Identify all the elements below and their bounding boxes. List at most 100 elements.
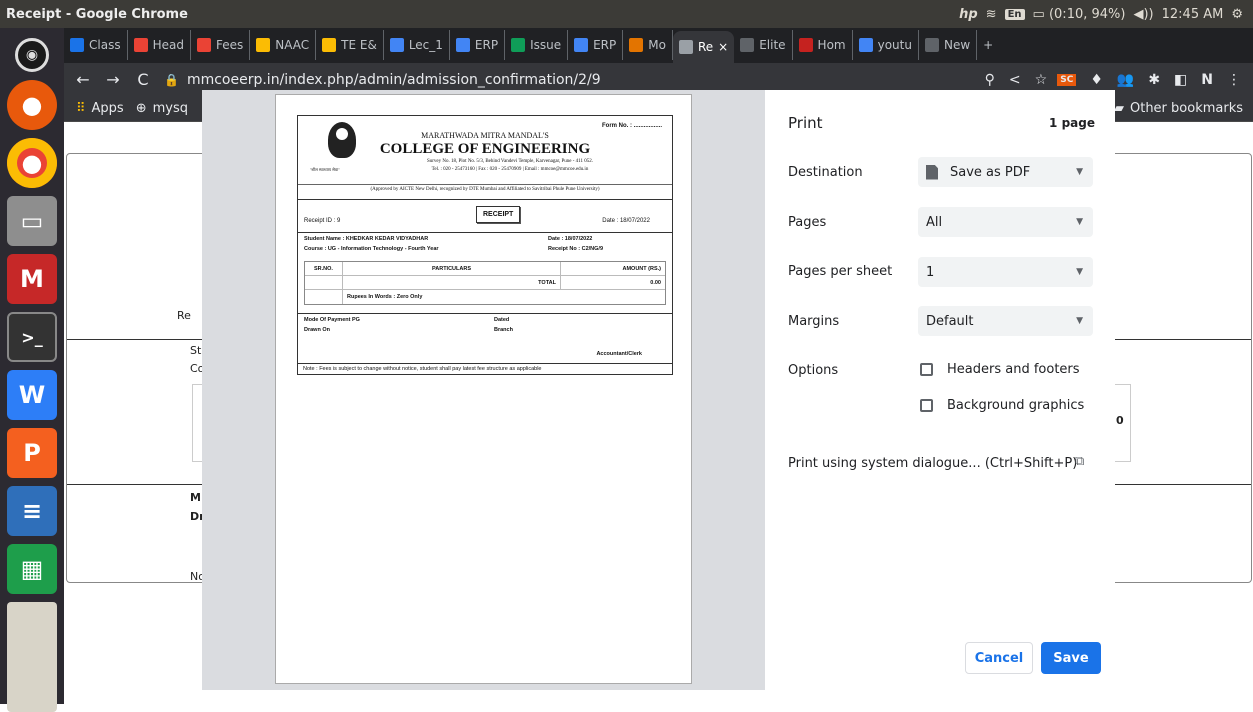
college-contact: Tel. : 020 - 25473160 | Fax : 020 - 2547… [431,167,589,172]
browser-tab[interactable]: ERP [450,30,506,60]
system-dialog-link[interactable]: Print using system dialogue... (Ctrl+Shi… [788,456,1077,471]
page-count: 1 page [1049,116,1095,130]
print-settings-panel: Print 1 page Destination Save as PDF ▼ Pa… [765,90,1115,690]
browser-tab[interactable]: Re × [672,31,735,63]
save-button[interactable]: Save [1041,642,1101,674]
total-value: 0.00 [650,279,661,286]
tab-favicon-icon [924,38,939,52]
browser-tab[interactable]: Issue [505,30,569,60]
tab-favicon-icon [678,40,693,54]
clock[interactable]: 12:45 AM [1162,7,1224,22]
extensions-area: SC ♦ 👥 ✱ ◧ N ⋮ [1057,72,1253,88]
stacked-windows-icon[interactable] [7,602,57,712]
browser-tab[interactable]: Hom [793,30,853,60]
browser-tab[interactable]: NAAC [250,30,317,60]
puzzle-icon[interactable]: ✱ [1148,72,1160,88]
forward-icon[interactable]: → [102,70,124,89]
people-extension-icon[interactable]: 👥 [1117,72,1134,88]
back-icon[interactable]: ← [72,70,94,89]
options-label: Options [788,363,839,378]
volume-icon[interactable]: ◀)) [1133,7,1153,22]
margins-select[interactable]: Default ▼ [918,306,1093,336]
chevron-down-icon: ▼ [1076,316,1083,326]
terminal-icon[interactable]: >_ [7,312,57,362]
profile-avatar[interactable]: N [1201,72,1213,88]
lock-icon[interactable]: 🔒 [164,73,179,87]
tab-label: ERP [593,38,617,52]
browser-tab[interactable]: TE E& [316,30,384,60]
browser-tab[interactable]: Elite [734,30,793,60]
hp-icon[interactable]: hp [959,7,978,22]
mic-extension-icon[interactable]: ♦ [1090,72,1103,88]
cell [305,290,343,304]
chrome-icon[interactable]: ● [7,138,57,188]
table-row: TOTAL 0.00 [305,276,665,290]
battery-text: (0:10, 94%) [1048,6,1126,22]
tab-label: ERP [474,38,499,52]
destination-value: Save as PDF [950,164,1031,180]
new-tab-button[interactable]: + [977,30,999,60]
tab-close-icon[interactable]: × [718,40,728,54]
rupees-in-words: Rupees In Words : Zero Only [347,294,423,300]
destination-select[interactable]: Save as PDF ▼ [918,157,1093,187]
checkbox-box [920,399,933,412]
ubuntu-logo-icon[interactable]: ◉ [15,38,49,72]
wifi-icon[interactable]: ≋ [986,7,997,22]
browser-tab[interactable]: Fees [191,30,251,60]
preview-page: "शील स्वाध्याय सेवा" Form No. : ........… [275,94,692,684]
background-graphics-label: Background graphics [947,398,1085,413]
cancel-button[interactable]: Cancel [965,642,1033,674]
ubuntu-launcher: ◉ ● ● ▭ M >_ W P ≡ ▦ [0,28,64,712]
settings-gear-icon[interactable]: ⚙ [1231,7,1243,22]
battery-indicator[interactable]: ▭ (0:10, 94%) [1033,7,1126,22]
browser-tab[interactable]: youtu [853,30,919,60]
browser-tab[interactable]: Head [128,30,191,60]
browser-tab[interactable]: Mo [623,30,673,60]
pages-per-sheet-select[interactable]: 1 ▼ [918,257,1093,287]
tab-strip: Class Head Fees NAAC TE E& Lec_1 ERP Issue ERP Mo… [64,28,1253,63]
browser-tab[interactable]: Class [64,30,128,60]
browser-tab[interactable]: New [919,30,978,60]
reload-icon[interactable]: C [132,70,154,89]
libreoffice-calc-icon[interactable]: ▦ [7,544,57,594]
mendeley-icon[interactable]: M [7,254,57,304]
firefox-icon[interactable]: ● [7,80,57,130]
window-title: Receipt - Google Chrome [6,6,188,22]
bookmark-mysq[interactable]: ⊕ mysq [136,101,188,116]
browser-tab[interactable]: Lec_1 [384,30,450,60]
college-name: COLLEGE OF ENGINEERING [379,141,591,157]
open-external-icon[interactable]: ⧉ [1075,454,1084,469]
tab-favicon-icon [511,38,526,52]
share-icon[interactable]: < [1009,72,1021,88]
sc-extension-icon[interactable]: SC [1057,73,1077,86]
headers-footers-checkbox[interactable]: Headers and footers [920,362,1080,377]
receipt-title: RECEIPT [476,206,521,223]
background-graphics-checkbox[interactable]: Background graphics [920,398,1084,413]
menu-icon[interactable]: ⋮ [1227,72,1241,88]
bookmark-apps[interactable]: ⠿ Apps [76,101,124,116]
wps-writer-icon[interactable]: W [7,370,57,420]
receipt-number: Receipt No : C2/NG/9 [548,246,604,252]
form-number: Form No. : ................. [601,123,662,129]
pages-select[interactable]: All ▼ [918,207,1093,237]
libreoffice-writer-icon[interactable]: ≡ [7,486,57,536]
browser-tab[interactable]: ERP [568,30,624,60]
zoom-icon[interactable]: ⚲ [985,72,995,88]
tab-label: Head [152,38,184,52]
wps-presentation-icon[interactable]: P [7,428,57,478]
other-bookmarks-label: Other bookmarks [1129,101,1243,116]
tab-favicon-icon [455,38,470,52]
tab-favicon-icon [858,38,873,52]
star-icon[interactable]: ☆ [1035,72,1048,88]
destination-label: Destination [788,165,863,180]
keyboard-lang[interactable]: En [1004,8,1025,20]
files-icon[interactable]: ▭ [7,196,57,246]
margins-value: Default [926,313,974,329]
tab-favicon-icon [70,38,84,52]
tab-favicon-icon [740,38,755,52]
other-bookmarks[interactable]: ▰ Other bookmarks [1114,101,1243,116]
tab-label: New [943,38,971,52]
bg-text: St [190,344,202,357]
tab-label: Issue [530,38,562,52]
sidepanel-icon[interactable]: ◧ [1174,72,1187,88]
